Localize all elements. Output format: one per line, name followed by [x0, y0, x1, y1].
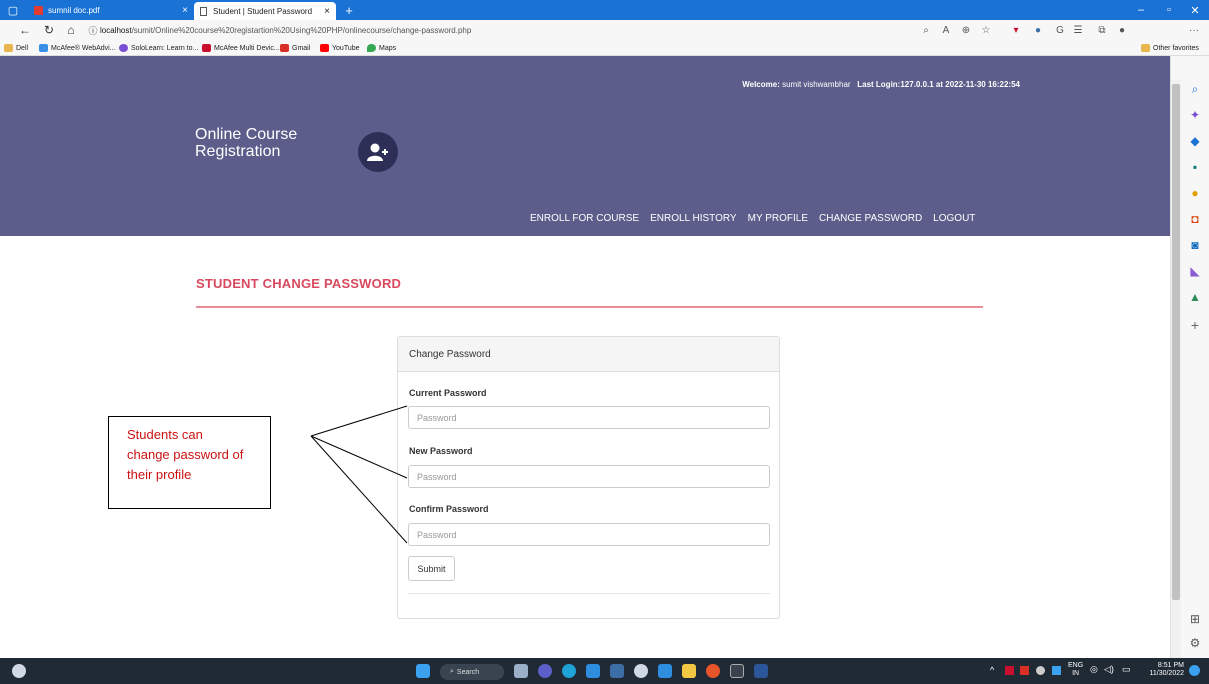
clock-date: 11/30/2022	[1149, 670, 1184, 677]
calculator-icon[interactable]	[658, 664, 672, 678]
mail-icon[interactable]	[586, 664, 600, 678]
notification-icon[interactable]	[1189, 665, 1200, 676]
edge-icon[interactable]	[562, 664, 576, 678]
chrome-icon[interactable]	[706, 664, 720, 678]
callout-pointer-lines	[310, 405, 408, 544]
battery-icon[interactable]: ▭	[1122, 664, 1131, 675]
taskbar-search[interactable]: ⌕ Search	[440, 664, 504, 680]
tray-cloud-icon[interactable]	[1036, 666, 1045, 675]
language-indicator[interactable]: ENG IN	[1068, 662, 1083, 678]
tray-security-icon[interactable]	[1020, 666, 1029, 675]
callout-line: change password of	[127, 447, 244, 462]
teams-icon[interactable]	[538, 664, 552, 678]
wifi-icon[interactable]: ◎	[1090, 664, 1098, 675]
word-icon[interactable]	[754, 664, 768, 678]
clock-time: 8:51 PM	[1157, 662, 1184, 669]
lang-region: IN	[1072, 670, 1080, 677]
tray-mcafee-icon[interactable]	[1005, 666, 1014, 675]
tray-network-icon[interactable]	[1052, 666, 1061, 675]
weather-icon[interactable]	[12, 664, 26, 678]
windows-start-icon[interactable]	[416, 664, 430, 678]
terminal-icon[interactable]	[730, 664, 744, 678]
file-explorer-icon[interactable]	[682, 664, 696, 678]
tray-chevron-icon[interactable]: ^	[990, 665, 994, 675]
clock[interactable]: 8:51 PM 11/30/2022	[1138, 662, 1184, 678]
callout-line: their profile	[127, 467, 192, 482]
dell-icon[interactable]	[634, 664, 648, 678]
lang-code: ENG	[1068, 662, 1084, 669]
store-icon[interactable]	[610, 664, 624, 678]
search-icon: ⌕	[450, 668, 454, 675]
task-view-icon[interactable]	[514, 664, 528, 678]
annotation-callout: Students can change password of their pr…	[108, 416, 271, 509]
search-label: Search	[456, 668, 480, 676]
volume-icon[interactable]: ◁)	[1104, 664, 1114, 675]
callout-line: Students can	[127, 427, 203, 442]
